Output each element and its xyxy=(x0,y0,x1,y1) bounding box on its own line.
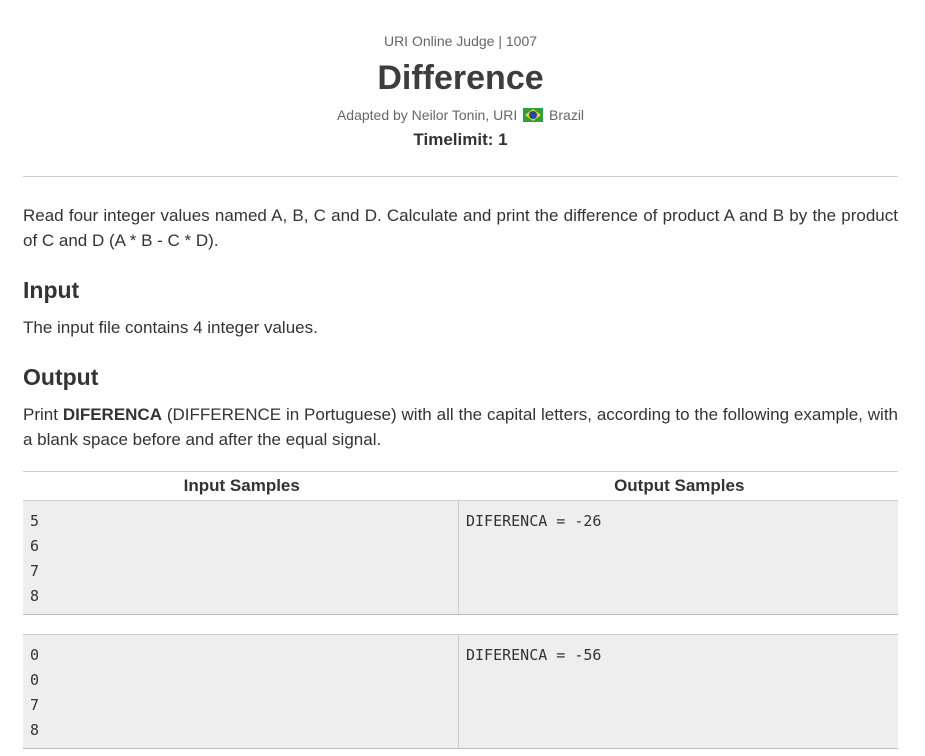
author-country: Brazil xyxy=(549,107,585,123)
sample-row: 5 6 7 8 DIFERENCA = -26 xyxy=(23,501,898,615)
output-samples-header: Output Samples xyxy=(614,476,745,495)
timelimit: Timelimit: 1 xyxy=(413,130,508,149)
problem-header: URI Online Judge | 1007 Difference Adapt… xyxy=(23,0,898,150)
sample-output: DIFERENCA = -26 xyxy=(466,512,602,530)
author-prefix: Adapted by Neilor Tonin, URI xyxy=(336,107,518,123)
problem-description: Read four integer values named A, B, C a… xyxy=(23,206,898,250)
problem-page: URI Online Judge | 1007 Difference Adapt… xyxy=(23,0,898,749)
sample-output: DIFERENCA = -56 xyxy=(466,646,602,664)
samples-header: Input Samples Output Samples xyxy=(23,471,898,501)
header-divider xyxy=(23,176,898,177)
output-text-bold: DIFERENCA xyxy=(62,405,162,424)
sample-gap xyxy=(23,615,898,635)
author-line: Adapted by Neilor Tonin, URI Brazil xyxy=(23,106,898,124)
input-samples-header: Input Samples xyxy=(183,476,300,495)
input-section-text: The input file contains 4 integer values… xyxy=(23,318,318,337)
sample-row: 0 0 7 8 DIFERENCA = -56 xyxy=(23,635,898,749)
output-section-title: Output xyxy=(23,364,99,390)
sample-input: 5 6 7 8 xyxy=(23,501,459,614)
problem-title: Difference xyxy=(377,59,544,97)
output-text-before: Print xyxy=(23,405,63,424)
judge-line: URI Online Judge | 1007 xyxy=(383,33,538,49)
brazil-flag-icon xyxy=(523,108,544,122)
sample-input: 0 0 7 8 xyxy=(23,635,459,748)
output-section-text: Print DIFERENCA (DIFFERENCE in Portugues… xyxy=(23,402,898,452)
samples-table: Input Samples Output Samples 5 6 7 8 DIF… xyxy=(23,471,898,749)
input-section-title: Input xyxy=(23,277,80,303)
